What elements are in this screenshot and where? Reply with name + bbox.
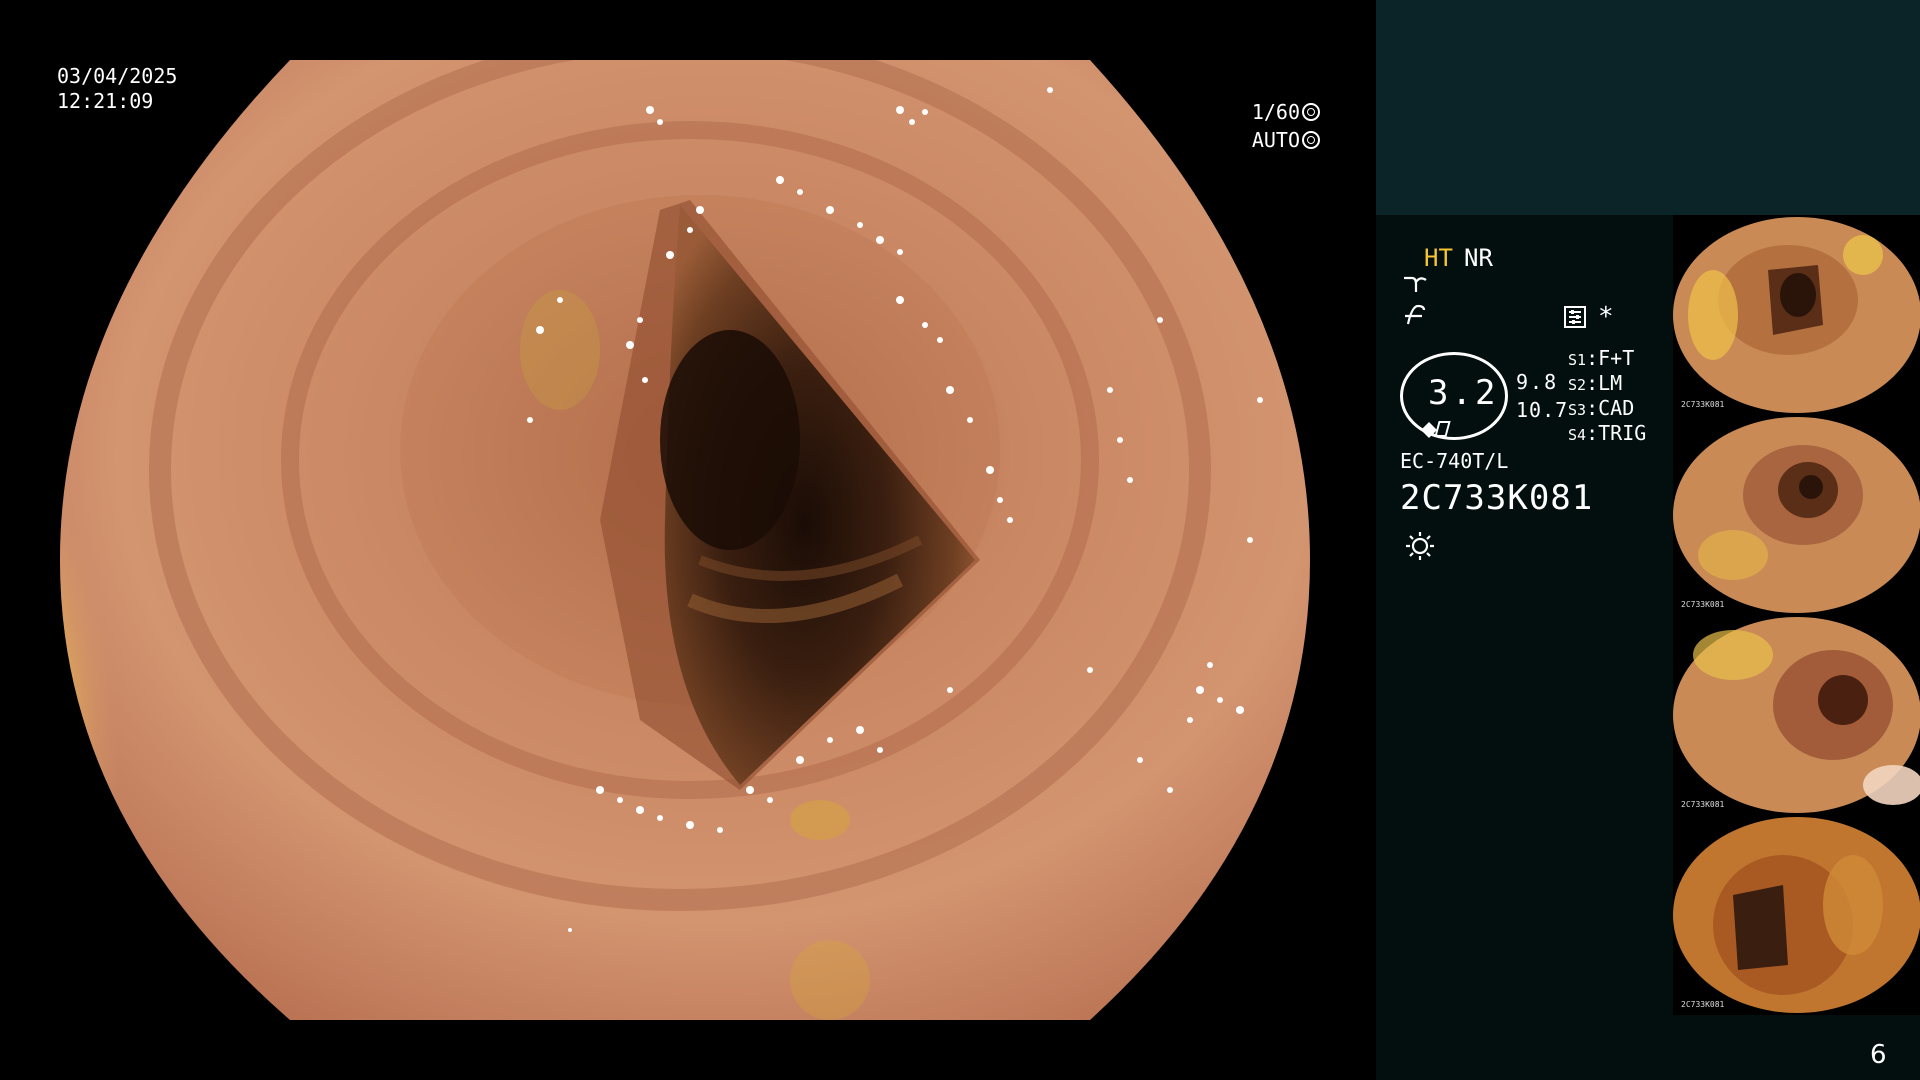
switch-key: S4	[1568, 426, 1587, 444]
switch-s1: S1:F+T	[1568, 346, 1635, 370]
endoscope-live-view: 03/04/2025 12:21:09 1/60 AUTO	[0, 0, 1376, 1080]
ht-indicator: HT	[1424, 244, 1453, 272]
switch-key: S2	[1568, 376, 1587, 394]
captured-thumbnail-1[interactable]: 2C733K081	[1673, 215, 1920, 415]
thumbnail-label: 2C733K081	[1681, 800, 1725, 809]
switch-key: S3	[1568, 401, 1587, 419]
thumbnail-label: 2C733K081	[1681, 1000, 1725, 1009]
switch-value: TRIG	[1598, 421, 1647, 445]
zoom-value: 3.2	[1428, 373, 1499, 413]
light-source-icon	[1406, 532, 1434, 560]
scope-model: EC-740T/L	[1400, 449, 1509, 473]
value-1: 9.8	[1516, 370, 1559, 394]
value-2: 10.7	[1516, 398, 1569, 422]
exam-time: 12:21:09	[57, 89, 154, 113]
switch-s3: S3:CAD	[1568, 396, 1635, 420]
switch-value: CAD	[1598, 396, 1635, 420]
thumbnail-image: 2C733K081	[1673, 215, 1920, 415]
thumbnail-image: 2C733K081	[1673, 415, 1920, 615]
page-number: 6	[1870, 1040, 1887, 1070]
captured-thumbnail-3[interactable]: 2C733K081	[1673, 615, 1920, 815]
status-panel: HT NR * 3.2 9.8 10.7 S1:F+T S2:LM S3:CAD…	[1376, 0, 1920, 1080]
captured-thumbnail-2[interactable]: 2C733K081	[1673, 415, 1920, 615]
captured-thumbnail-4[interactable]: 2C733K081	[1673, 815, 1920, 1015]
asterisk-indicator: *	[1598, 302, 1614, 332]
exposure-mode: AUTO	[1252, 128, 1320, 152]
switch-value: F+T	[1598, 346, 1635, 370]
shutter-speed-value: 1/60	[1251, 100, 1300, 124]
nr-indicator: NR	[1464, 244, 1493, 272]
top-info-area	[1376, 0, 1920, 215]
switch-s2: S2:LM	[1568, 371, 1623, 395]
shutter-icon	[1302, 103, 1320, 121]
thumbnail-image: 2C733K081	[1673, 815, 1920, 1015]
switch-key: S1	[1568, 351, 1587, 369]
switch-s4: S4:TRIG	[1568, 421, 1647, 445]
gamma-curve-icon	[1404, 276, 1427, 292]
scope-serial-number: 2C733K081	[1400, 478, 1594, 518]
exposure-mode-value: AUTO	[1251, 128, 1300, 152]
structure-settings-icon	[1564, 306, 1586, 328]
near-focus-icon	[1421, 421, 1451, 438]
switch-value: LM	[1598, 371, 1623, 395]
endoscopic-image	[60, 60, 1310, 1020]
thumbnail-image: 2C733K081	[1673, 615, 1920, 815]
thumbnail-label: 2C733K081	[1681, 400, 1725, 409]
enhancement-icon	[1405, 304, 1426, 325]
iris-icon	[1302, 131, 1320, 149]
shutter-speed: 1/60	[1252, 100, 1320, 124]
thumbnail-label: 2C733K081	[1681, 600, 1725, 609]
exam-date: 03/04/2025	[57, 64, 178, 88]
